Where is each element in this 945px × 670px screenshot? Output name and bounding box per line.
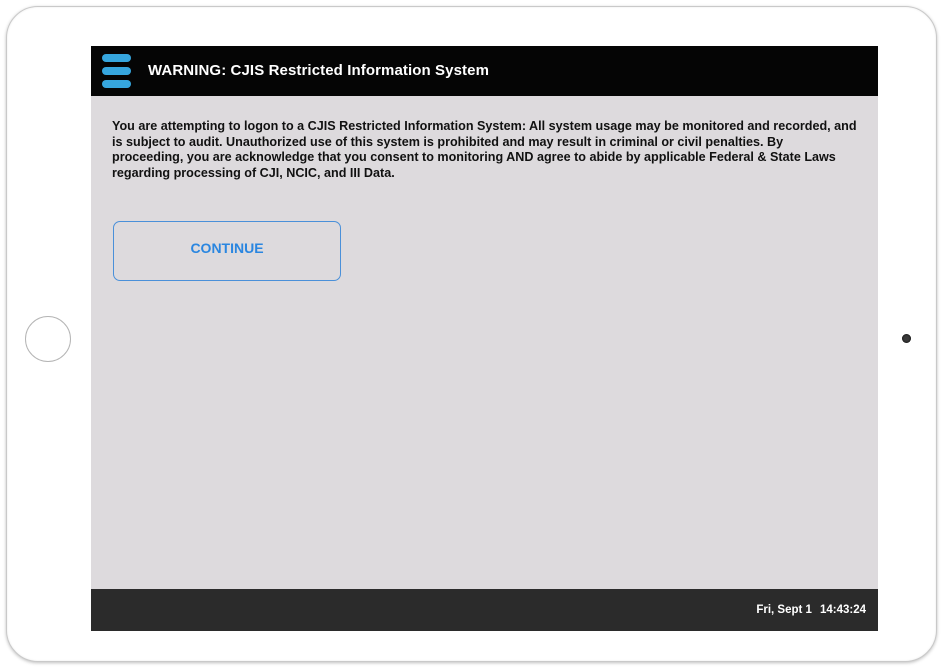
menu-icon-line: [102, 80, 131, 88]
page-title: WARNING: CJIS Restricted Information Sys…: [148, 62, 490, 79]
continue-button[interactable]: CONTINUE: [113, 221, 341, 281]
continue-button-label: CONTINUE: [190, 240, 264, 256]
warning-message: You are attempting to logon to a CJIS Re…: [112, 119, 857, 180]
status-bar: Fri, Sept 1 14:43:24: [91, 589, 878, 631]
menu-icon-line: [102, 67, 131, 75]
app-screen: WARNING: CJIS Restricted Information Sys…: [91, 46, 878, 631]
camera-icon: [902, 334, 911, 343]
date-text: Fri, Sept 1: [756, 604, 812, 616]
menu-icon-line: [102, 54, 131, 62]
hamburger-menu-icon[interactable]: [102, 53, 131, 89]
header-bar: WARNING: CJIS Restricted Information Sys…: [91, 46, 878, 96]
time-text: 14:43:24: [819, 604, 866, 616]
home-button[interactable]: [25, 316, 71, 362]
datetime-display: Fri, Sept 1 14:43:24: [756, 604, 866, 616]
